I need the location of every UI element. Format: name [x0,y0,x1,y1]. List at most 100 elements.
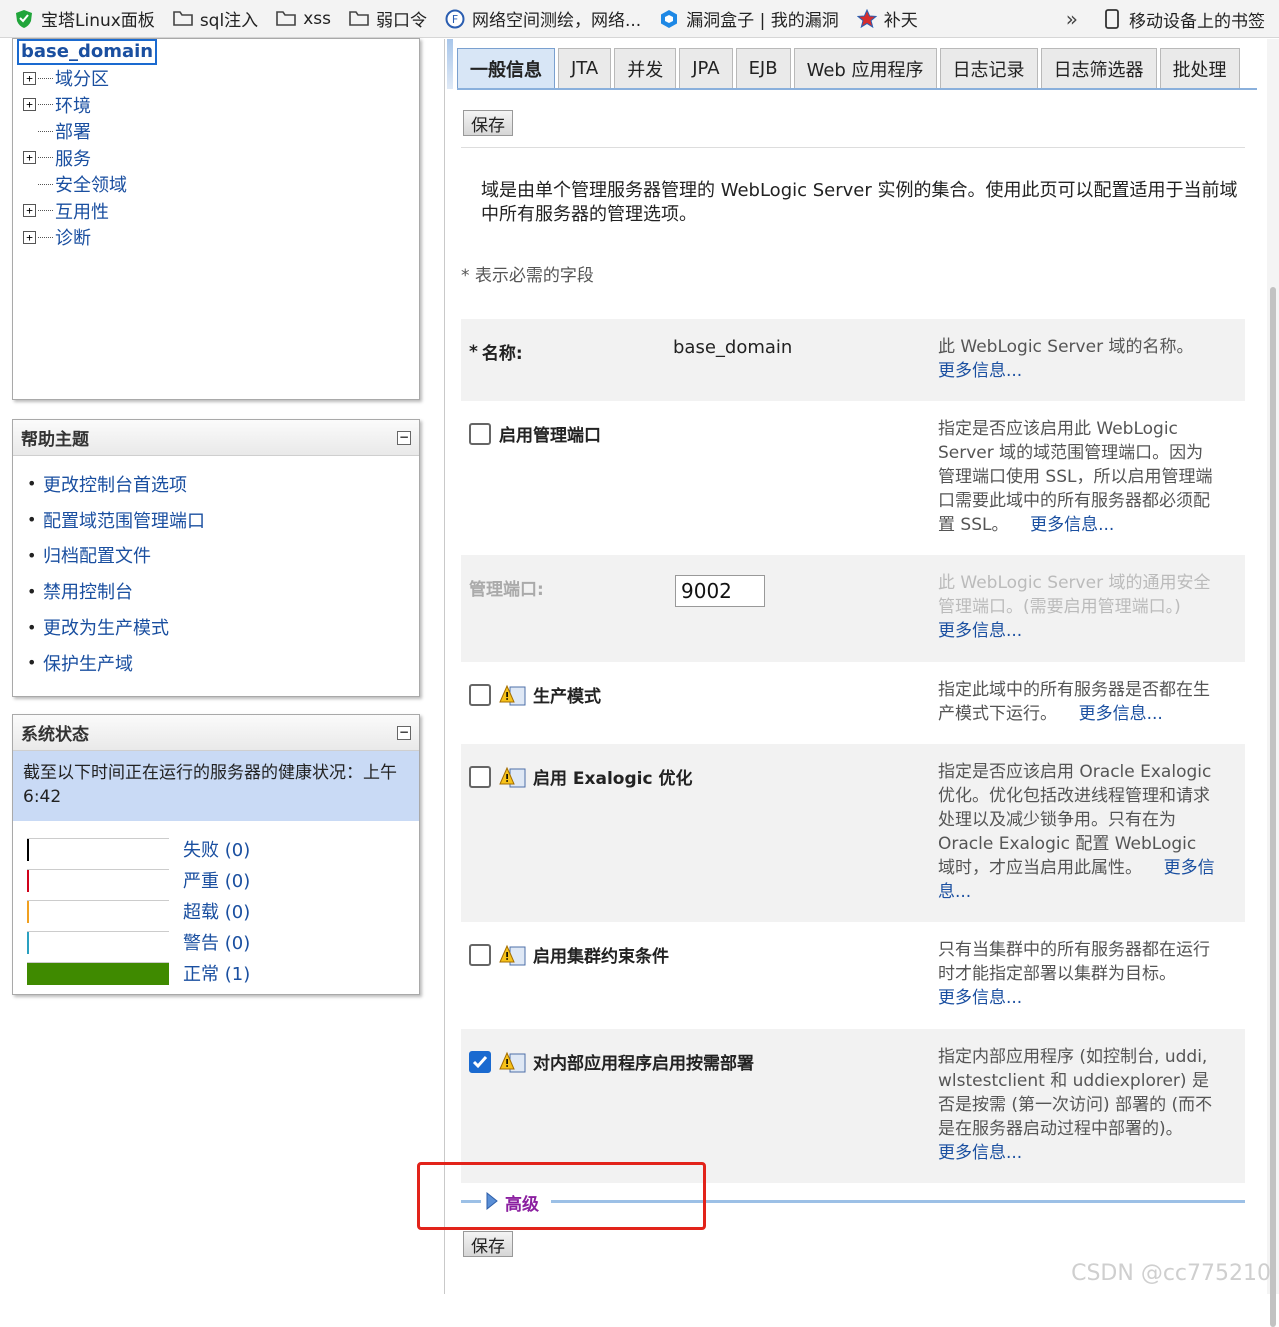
tab-batch[interactable]: 批处理 [1159,48,1240,88]
health-row-warning: 警告 (0) [27,926,419,957]
health-label[interactable]: 正常 (1) [183,960,250,986]
health-label[interactable]: 警告 (0) [183,929,250,955]
save-button[interactable]: 保存 [463,1231,513,1257]
bookmark-folder-sql[interactable]: sql注入 [173,6,258,31]
production-mode-help: 指定此域中的所有服务器是否都在生产模式下运行。 更多信息... [938,680,1210,724]
folder-icon [173,9,193,29]
watermark: CSDN @cc775210 [1071,1261,1271,1286]
admin-port-input[interactable]: 9002 [675,575,765,607]
help-topic-link[interactable]: 保护生产域 [43,645,419,681]
admin-port-help: 此 WebLogic Server 域的通用安全管理端口。(需要启用管理端口。)… [938,573,1211,641]
admin-port-enabled-help: 指定是否应该启用此 WebLogic Server 域的域范围管理端口。因为管理… [938,419,1213,535]
exalogic-help: 指定是否应该启用 Oracle Exalogic 优化。优化包括改进线程管理和请… [938,762,1215,902]
folder-icon [276,9,296,29]
expand-icon[interactable]: + [23,151,36,165]
exalogic-checkbox[interactable] [469,765,491,788]
health-label[interactable]: 超载 (0) [183,898,250,924]
more-info-link[interactable]: 更多信息... [938,621,1022,641]
health-label[interactable]: 失败 (0) [183,836,250,862]
more-info-link[interactable]: 更多信息... [938,988,1022,1008]
expand-icon[interactable]: + [23,204,36,218]
collapse-icon[interactable]: − [397,725,411,740]
expand-icon[interactable]: + [23,98,36,112]
help-topic-link[interactable]: 更改为生产模式 [43,609,419,645]
bookmark-label: 弱口令 [375,11,427,31]
cluster-constraints-checkbox[interactable] [469,943,491,966]
bookmark-vulbox[interactable]: 漏洞盒子 | 我的漏洞 [659,6,839,31]
help-topic-link[interactable]: 配置域范围管理端口 [43,502,419,538]
bookmark-label: sql注入 [199,11,259,31]
on-demand-deploy-label: 对内部应用程序启用按需部署 [533,1054,754,1074]
bookmarks-overflow-icon[interactable]: » [1066,7,1078,31]
name-help: 此 WebLogic Server 域的名称。 更多信息... [938,337,1194,381]
tree-item[interactable]: + 服务 [23,145,127,172]
expand-icon[interactable]: + [23,230,36,244]
tree-item[interactable]: + 环境 [23,92,127,119]
tab-log-filters[interactable]: 日志筛选器 [1040,48,1157,88]
page-description: 域是由单个管理服务器管理的 WebLogic Server 实例的集合。使用此页… [481,180,1238,225]
tree-item[interactable]: 安全领域 [23,171,127,198]
system-status-title: 系统状态 [21,725,89,745]
expand-icon[interactable]: + [23,71,36,85]
help-topic-link[interactable]: 禁用控制台 [43,573,419,609]
more-info-link[interactable]: 更多信息... [1030,515,1114,535]
name-value: base_domain [673,337,793,358]
tab-logging[interactable]: 日志记录 [939,48,1038,88]
bookmark-baota[interactable]: 宝塔Linux面板 [14,6,155,31]
tab-jta[interactable]: JTA [558,48,612,88]
cluster-constraints-help: 只有当集群中的所有服务器都在运行时才能指定部署以集群为目标。 更多信息... [938,940,1210,1008]
help-topic-link[interactable]: 归档配置文件 [43,538,419,574]
svg-text:F: F [452,13,458,26]
tree-item[interactable]: 部署 [23,118,127,145]
health-row-failed: 失败 (0) [27,833,419,864]
field-row-admin-port-enabled: 启用管理端口 指定是否应该启用此 WebLogic Server 域的域范围管理… [461,401,1245,555]
tree-item[interactable]: + 互用性 [23,198,127,225]
tree-item[interactable]: + 域分区 [23,65,127,92]
on-demand-deploy-checkbox[interactable] [469,1050,491,1073]
left-panel: base_domain + 域分区 + 环境 部署 + 服务 安全领域 + 互用性 + 诊… [0,38,445,1294]
bookmark-label: 漏洞盒子 | 我的漏洞 [686,11,839,31]
tab-web-applications[interactable]: Web 应用程序 [793,48,937,88]
bookmark-folder-xss[interactable]: xss [276,9,331,29]
system-status-panel: 系统状态 − 截至以下时间正在运行的服务器的健康状况：上午6:42 失败 (0)… [12,714,420,995]
warning-config-icon [499,765,527,789]
help-topic-link[interactable]: 更改控制台首选项 [43,466,419,502]
domain-tree: + 域分区 + 环境 部署 + 服务 安全领域 + 互用性 + 诊断 [23,65,127,251]
bookmark-butian[interactable]: 补天 [856,6,918,31]
admin-port-label: 管理端口: [469,580,544,600]
field-row-exalogic: 启用 Exalogic 优化 指定是否应该启用 Oracle Exalogic … [461,744,1245,922]
tab-jpa[interactable]: JPA [679,48,733,88]
tab-general[interactable]: 一般信息 [457,48,555,88]
mobile-bookmarks[interactable]: 移动设备上的书签 [1102,7,1265,32]
more-info-link[interactable]: 更多信息... [1079,704,1163,724]
warning-config-icon [499,943,527,967]
more-info-link[interactable]: 更多信息... [938,361,1022,381]
tree-root-node[interactable]: base_domain [17,39,158,65]
tab-concurrency[interactable]: 并发 [614,48,677,88]
mobile-device-icon [1102,9,1122,29]
check-icon [472,1055,488,1068]
health-status-rows: 失败 (0) 严重 (0) 超载 (0) 警告 (0) 正常 (1) [13,821,419,988]
warning-config-icon [499,1050,527,1074]
tree-item[interactable]: + 诊断 [23,224,127,251]
field-row-name: * 名称: base_domain 此 WebLogic Server 域的名称。… [461,319,1245,401]
config-tabs: 一般信息 JTA 并发 JPA EJB Web 应用程序 日志记录 日志筛选器 … [457,48,1257,88]
bookmark-folder-weak-password[interactable]: 弱口令 [349,6,427,31]
tab-ejb[interactable]: EJB [735,48,791,88]
field-row-cluster-constraints: 启用集群约束条件 只有当集群中的所有服务器都在运行时才能指定部署以集群为目标。更… [461,922,1245,1029]
admin-port-checkbox[interactable] [469,422,491,445]
bookmark-fofa[interactable]: F 网络空间测绘，网络... [445,6,641,31]
health-label[interactable]: 严重 (0) [183,867,250,893]
scrollbar[interactable] [1267,39,1279,1327]
production-mode-label: 生产模式 [533,687,601,707]
bookmark-label: 宝塔Linux面板 [41,11,155,31]
highlight-annotation [417,1162,706,1230]
health-row-critical: 严重 (0) [27,864,419,895]
scrollbar-thumb[interactable] [1270,287,1276,1327]
save-button[interactable]: 保存 [463,110,513,136]
bookmark-label: xss [303,8,331,29]
more-info-link[interactable]: 更多信息... [938,1143,1022,1163]
collapse-icon[interactable]: − [397,430,411,445]
required-note: * 表示必需的字段 [461,266,594,286]
production-mode-checkbox[interactable] [469,683,491,706]
